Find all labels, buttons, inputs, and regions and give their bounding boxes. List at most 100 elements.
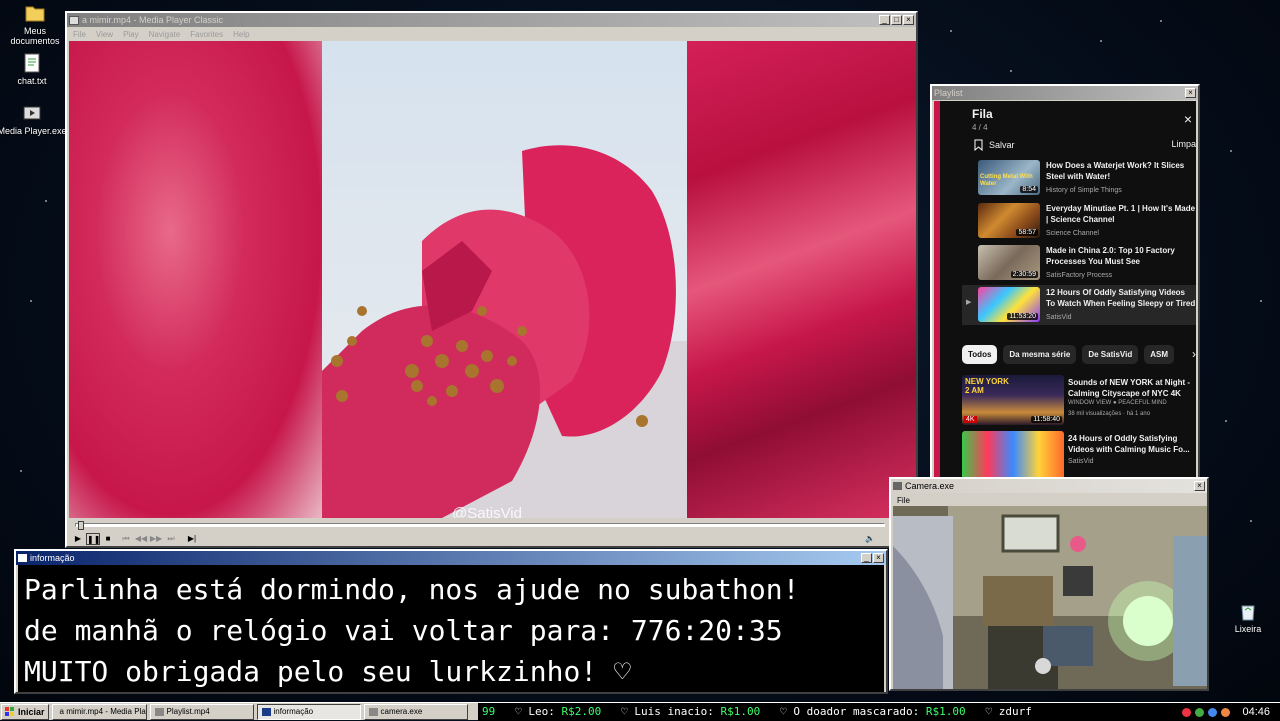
task-info[interactable]: informação — [256, 703, 361, 720]
tray-icon[interactable] — [1208, 707, 1218, 717]
desktop-icon-my-documents[interactable]: Meus documentos — [0, 2, 70, 46]
desktop-icon-recycle-bin[interactable]: Lixeira — [1213, 600, 1280, 634]
recommended-item[interactable]: 24 Hours of Oddly Satisfying Videos with… — [962, 431, 1196, 481]
camera-menubar: File — [891, 493, 1207, 507]
filter-chips: Todos Da mesma série De SatisVid ASM — [962, 345, 1174, 364]
save-button[interactable]: Salvar — [974, 139, 1015, 151]
duration-badge: 8:54 — [1020, 186, 1038, 193]
chip-all[interactable]: Todos — [962, 345, 998, 364]
media-player-window[interactable]: a mimir.mp4 - Media Player Classic _ □ ×… — [65, 11, 918, 548]
info-window[interactable]: informação _ × Parlinha está dormindo, n… — [14, 549, 888, 694]
queue-item[interactable]: 2:30:59 Made in China 2.0: Top 10 Factor… — [962, 243, 1196, 283]
queue-thumbnail: 2:30:59 — [978, 245, 1040, 280]
video-watermark: @SatisVid — [452, 505, 522, 518]
camera-window[interactable]: Camera.exe × File — [889, 477, 1209, 691]
task-app-icon — [261, 707, 271, 716]
info-titlebar[interactable]: informação _ × — [16, 551, 886, 565]
menu-play[interactable]: Play — [123, 30, 139, 39]
windows-logo-icon — [5, 706, 14, 716]
play-button[interactable]: ▶ — [71, 533, 85, 545]
folder-icon — [25, 6, 45, 22]
pause-button[interactable]: ❚❚ — [86, 533, 100, 545]
next-button[interactable]: ⏭ — [164, 533, 178, 545]
chip-asmr[interactable]: ASM — [1144, 345, 1174, 364]
4k-badge: 4K — [964, 416, 977, 423]
minimize-button[interactable]: _ — [861, 553, 872, 563]
menu-navigate[interactable]: Navigate — [149, 30, 181, 39]
task-camera[interactable]: camera.exe — [363, 703, 468, 720]
queue-item-title: Made in China 2.0: Top 10 Factory Proces… — [1046, 246, 1175, 266]
desktop-icon-media-player[interactable]: Media Player.exe — [0, 102, 67, 136]
minimize-button[interactable]: _ — [879, 15, 890, 25]
queue-item-title: How Does a Waterjet Work? It Slices Stee… — [1046, 161, 1185, 181]
recommended-meta: 38 mil visualizações · há 1 ano — [1068, 411, 1151, 417]
recycle-bin-icon — [1241, 605, 1255, 621]
previous-button[interactable]: ⏮ — [119, 533, 133, 545]
rewind-button[interactable]: ◀◀ — [134, 533, 148, 545]
donation-amount: R$1.00 — [925, 705, 966, 718]
recommended-channel: SatisVid — [1068, 458, 1094, 465]
media-player-titlebar[interactable]: a mimir.mp4 - Media Player Classic _ □ × — [67, 13, 916, 27]
tray-icon[interactable] — [1195, 707, 1205, 717]
duration-badge: 11:58:40 — [1031, 416, 1062, 423]
chevron-right-icon[interactable]: › — [1192, 347, 1196, 361]
tray-icon[interactable] — [1182, 707, 1192, 717]
close-button[interactable]: × — [903, 15, 914, 25]
chip-same-series[interactable]: Da mesma série — [1003, 345, 1077, 364]
stop-button[interactable]: ■ — [101, 533, 115, 545]
menu-view[interactable]: View — [96, 30, 113, 39]
queue-item-current[interactable]: ▶ 11:53:20 12 Hours Of Oddly Satisfying … — [962, 285, 1196, 325]
heart-icon: ♡ — [780, 705, 787, 718]
queue-title: Fila — [972, 107, 993, 121]
heart-icon: ♡ — [515, 705, 522, 718]
save-label: Salvar — [989, 140, 1015, 150]
tray-icon[interactable] — [1221, 707, 1231, 717]
menu-favorites[interactable]: Favorites — [190, 30, 223, 39]
menu-file[interactable]: File — [73, 30, 86, 39]
text-file-icon — [24, 53, 40, 73]
camera-titlebar[interactable]: Camera.exe × — [891, 479, 1207, 493]
recommended-item[interactable]: NEW YORK 2 AM 4K 11:58:40 Sounds of NEW … — [962, 375, 1196, 425]
menu-help[interactable]: Help — [233, 30, 249, 39]
close-button[interactable]: × — [873, 553, 884, 563]
kinetic-sand-illustration — [322, 145, 687, 518]
seek-knob[interactable] — [78, 521, 85, 530]
queue-count: 4 / 4 — [972, 123, 988, 132]
recommended-title: 24 Hours of Oddly Satisfying Videos with… — [1068, 434, 1190, 454]
queue-thumbnail: 11:53:20 — [978, 287, 1040, 322]
queue-close-icon[interactable]: × — [1184, 111, 1192, 127]
volume-icon[interactable]: 🔈 — [863, 533, 877, 545]
start-button[interactable]: Iniciar — [1, 703, 49, 720]
desktop-icon-chat-txt[interactable]: chat.txt — [0, 52, 67, 86]
info-text-area: Parlinha está dormindo, nos ajude no sub… — [18, 565, 884, 692]
frame-step-button[interactable]: ▶| — [185, 533, 199, 545]
task-label: informação — [273, 707, 314, 716]
duration-badge: 11:53:20 — [1007, 313, 1038, 320]
camera-title: Camera.exe — [905, 481, 955, 491]
clear-button[interactable]: Limpa — [1171, 139, 1196, 149]
queue-item[interactable]: 58:57 Everyday Minutiae Pt. 1 | How It's… — [962, 201, 1196, 241]
task-media-player[interactable]: a mimir.mp4 - Media Playe... — [51, 703, 147, 720]
ticker-lead: 99 — [482, 705, 496, 718]
queue-item-channel: Science Channel — [1046, 230, 1099, 237]
camera-app-icon — [893, 482, 902, 490]
queue-item[interactable]: Cutting Metal With Water 8:54 How Does a… — [962, 158, 1196, 198]
playlist-close-button[interactable]: × — [1185, 88, 1196, 98]
playlist-title: Playlist — [934, 88, 963, 98]
info-line-timer: de manhã o relógio vai voltar para: 776:… — [24, 614, 783, 647]
playlist-titlebar[interactable]: Playlist × — [932, 86, 1198, 100]
chip-from-channel[interactable]: De SatisVid — [1082, 345, 1139, 364]
playlist-window[interactable]: Playlist × Fila 4 / 4 × Salvar Limpa Cut… — [930, 84, 1200, 484]
forward-button[interactable]: ▶▶ — [149, 533, 163, 545]
video-frame: @SatisVid — [322, 41, 687, 518]
task-playlist[interactable]: Playlist.mp4 — [149, 703, 254, 720]
menu-file[interactable]: File — [897, 496, 910, 505]
camera-feed — [893, 506, 1207, 689]
video-viewport[interactable]: @SatisVid — [69, 41, 916, 518]
camera-close-button[interactable]: × — [1194, 481, 1205, 491]
seek-bar[interactable] — [75, 521, 885, 530]
system-tray: 04:46 — [1180, 703, 1280, 721]
maximize-button[interactable]: □ — [891, 15, 902, 25]
donor-name: Luis inacio: — [634, 705, 714, 718]
queue-item-channel: History of Simple Things — [1046, 187, 1122, 194]
